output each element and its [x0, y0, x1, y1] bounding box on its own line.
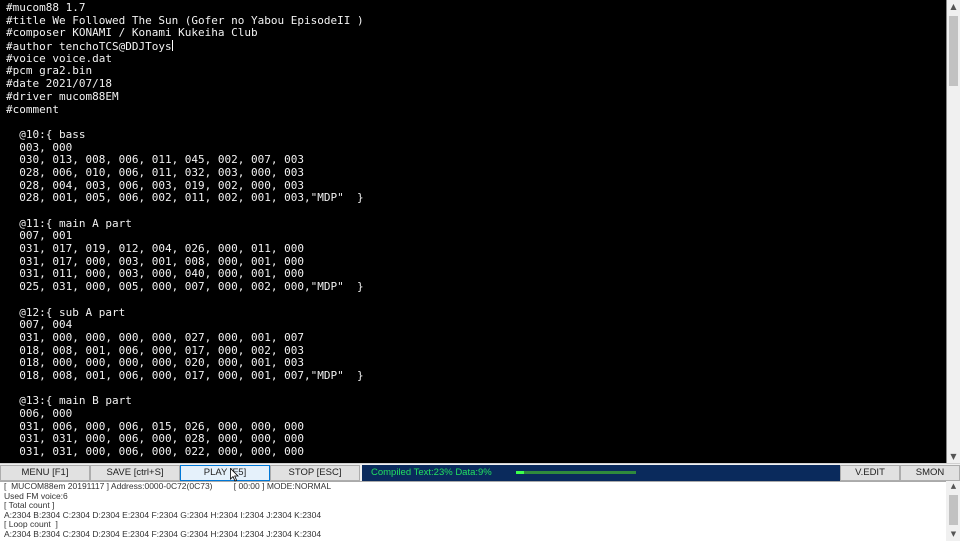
menu-button[interactable]: MENU [F1]: [0, 465, 90, 481]
editor-line[interactable]: 006, 000: [6, 407, 364, 421]
log-scroll-down-arrow-icon[interactable]: ▼: [947, 529, 960, 540]
compile-status-text: Compiled Text:23% Data:9%: [371, 467, 492, 478]
editor-line[interactable]: #mucom88 1.7: [6, 1, 364, 15]
playback-progress-bar: [516, 471, 636, 474]
voice-edit-button[interactable]: V.EDIT: [840, 465, 900, 481]
toolbar: MENU [F1] SAVE [ctrl+S] PLAY [F5] STOP […: [0, 463, 960, 482]
editor-line[interactable]: 031, 000, 000, 000, 000, 027, 000, 001, …: [6, 331, 364, 345]
mml-editor[interactable]: #mucom88 1.7 #title We Followed The Sun (…: [0, 0, 947, 463]
compile-status-panel: Compiled Text:23% Data:9%: [362, 465, 840, 481]
editor-line[interactable]: 018, 008, 001, 006, 000, 017, 000, 001, …: [6, 369, 363, 383]
editor-line[interactable]: #composer KONAMI / Konami Kukeiha Club: [6, 27, 364, 40]
scroll-up-arrow-icon[interactable]: ▲: [947, 0, 960, 13]
editor-scroll-thumb[interactable]: [949, 16, 958, 86]
editor-line[interactable]: [6, 116, 364, 129]
editor-line[interactable]: #driver mucom88EM: [6, 90, 364, 104]
stop-button[interactable]: STOP [ESC]: [270, 465, 360, 481]
editor-line[interactable]: 028, 001, 005, 006, 002, 011, 002, 001, …: [6, 192, 363, 205]
editor-line[interactable]: #date 2021/07/18: [6, 77, 364, 91]
log-output: [ MUCOM88em 20191117 ] Address:0000-0C72…: [0, 481, 946, 541]
log-scroll-thumb[interactable]: [949, 495, 958, 525]
editor-line[interactable]: 031, 017, 019, 012, 004, 026, 000, 011, …: [6, 242, 364, 256]
editor-vertical-scrollbar[interactable]: ▲ ▼: [947, 0, 960, 463]
log-line: Used FM voice:6: [4, 490, 68, 501]
editor-line[interactable]: @10:{ bass: [6, 128, 364, 142]
editor-line[interactable]: 028, 006, 010, 006, 011, 032, 003, 000, …: [6, 166, 364, 180]
editor-line[interactable]: 007, 004: [6, 318, 364, 332]
scroll-down-arrow-icon[interactable]: ▼: [947, 450, 960, 463]
log-line: A:2304 B:2304 C:2304 D:2304 E:2304 F:230…: [4, 509, 322, 520]
editor-line[interactable]: 025, 031, 000, 005, 000, 007, 000, 002, …: [6, 280, 363, 294]
editor-line[interactable]: [6, 205, 364, 218]
mouse-pointer-icon: [230, 468, 239, 482]
text-caret: [171, 40, 173, 52]
log-line: [ MUCOM88em 20191117 ] Address:0000-0C72…: [4, 481, 332, 491]
log-line: A:2304 B:2304 C:2304 D:2304 E:2304 F:230…: [4, 528, 322, 539]
smon-button[interactable]: SMON: [900, 465, 960, 481]
editor-line[interactable]: 031, 031, 000, 006, 000, 022, 000, 000, …: [6, 445, 364, 459]
editor-text-area[interactable]: #mucom88 1.7 #title We Followed The Sun (…: [6, 1, 364, 459]
save-button[interactable]: SAVE [ctrl+S]: [90, 465, 180, 481]
editor-line[interactable]: #comment: [6, 103, 364, 117]
log-vertical-scrollbar[interactable]: ▲ ▼: [947, 481, 960, 540]
log-scroll-up-arrow-icon[interactable]: ▲: [947, 481, 960, 492]
editor-line[interactable]: [6, 294, 364, 307]
playback-progress-fill: [516, 471, 525, 474]
play-button[interactable]: PLAY [F5]: [180, 465, 270, 481]
editor-line[interactable]: #author tenchoTCS@DDJToys: [6, 40, 364, 53]
